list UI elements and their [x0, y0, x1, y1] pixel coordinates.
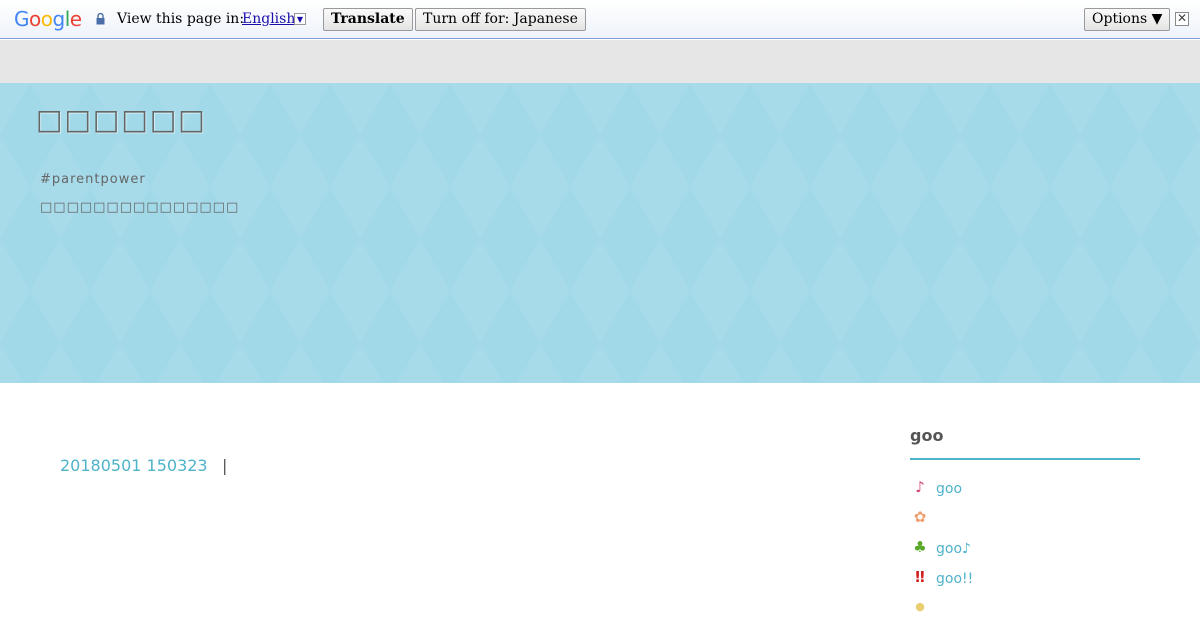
sidebar-title: goo [910, 426, 944, 445]
lock-icon [96, 13, 105, 25]
close-icon[interactable]: ✕ [1175, 12, 1189, 26]
translate-bar: Google View this page in: English ▼ Tran… [0, 0, 1200, 39]
sidebar-divider [910, 458, 1140, 460]
language-link[interactable]: English [242, 11, 295, 27]
flower-icon: ✿ [913, 508, 927, 526]
lightbulb-icon: ● [915, 600, 925, 613]
google-logo: Google [14, 7, 82, 31]
options-button[interactable]: Options ▼ [1084, 8, 1171, 31]
post-image-link[interactable]: 20180501 150323 [60, 456, 208, 475]
header-banner: □□□□□□ #parentpower □□□□□□□□□□□□□□□ [0, 83, 1200, 383]
double-exclamation-icon: ‼ [915, 568, 925, 586]
language-dropdown-icon[interactable]: ▼ [294, 13, 306, 25]
blog-title[interactable]: □□□□□□ [36, 103, 207, 136]
sprout-icon: ♣ [913, 538, 927, 556]
blog-tagline: #parentpower [40, 172, 146, 187]
top-strip [0, 40, 1200, 83]
turn-off-button[interactable]: Turn off for: Japanese [415, 8, 586, 31]
sidebar-item-label[interactable]: goo!! [936, 571, 973, 587]
blog-description: □□□□□□□□□□□□□□□ [40, 200, 240, 215]
separator: | [222, 456, 228, 475]
view-page-label: View this page in: [117, 11, 245, 27]
translate-button[interactable]: Translate [323, 8, 413, 31]
music-note-icon: ♪ [915, 478, 925, 496]
sidebar-item-label[interactable]: goo [936, 481, 962, 497]
sidebar-item-label[interactable]: goo♪ [936, 541, 971, 557]
